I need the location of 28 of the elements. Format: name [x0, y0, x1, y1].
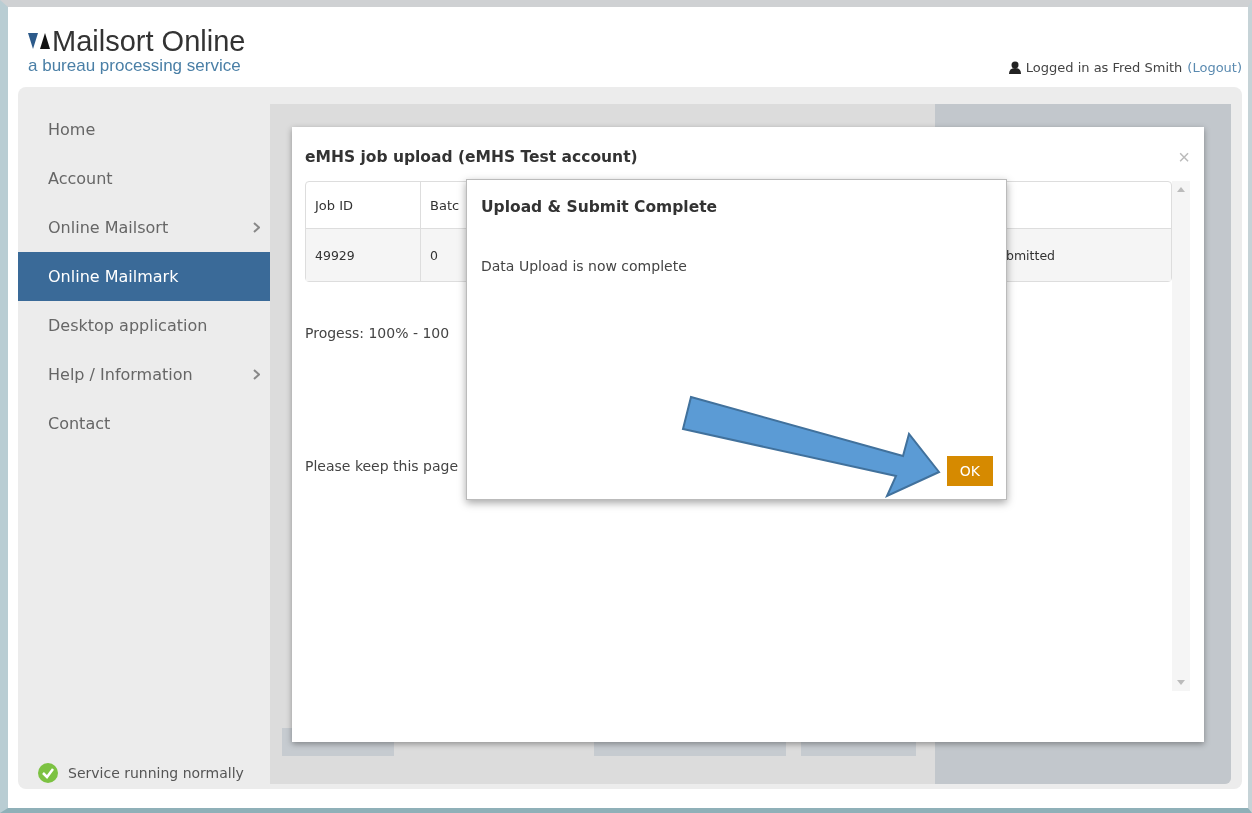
dialog-title: Upload & Submit Complete — [480, 197, 719, 216]
table-cell: 49929 — [315, 247, 355, 263]
dialog-message: Data Upload is now complete — [481, 258, 687, 274]
modal-title: eMHS job upload (eMHS Test account) — [305, 148, 638, 166]
scroll-down-icon — [1177, 680, 1185, 685]
sidebar-item[interactable]: Help / Information — [18, 350, 270, 399]
status-text: Service running normally — [68, 765, 244, 781]
sidebar-item[interactable]: Online Mailsort — [18, 203, 270, 252]
ok-button[interactable]: OK — [946, 456, 993, 486]
triangles-logo-icon — [28, 31, 50, 51]
sidebar-item[interactable]: Online Mailmark — [18, 252, 270, 301]
user-icon — [1008, 61, 1021, 74]
notice-text: Please keep this page — [305, 458, 458, 474]
sidebar-item[interactable]: Account — [18, 154, 270, 203]
sidebar-item[interactable]: Contact — [18, 399, 270, 448]
tagline: a bureau processing service — [28, 57, 242, 75]
column-header: Batc — [430, 197, 460, 213]
table-cell: bmitted — [1006, 247, 1055, 263]
scroll-up-icon — [1177, 187, 1185, 192]
app-title: Mailsort Online — [52, 25, 246, 57]
table-cell: 0 — [430, 247, 438, 263]
logout-link[interactable]: (Logout) — [1187, 60, 1242, 75]
sidebar-item[interactable]: Desktop application — [18, 301, 270, 350]
progress-text: Progess: 100% - 100 — [305, 325, 450, 341]
column-header: Job ID — [315, 197, 354, 213]
logged-in-text: Logged in as Fred Smith — [1025, 60, 1183, 75]
check-circle-icon — [38, 763, 58, 783]
sidebar-item[interactable]: Home — [18, 105, 270, 154]
